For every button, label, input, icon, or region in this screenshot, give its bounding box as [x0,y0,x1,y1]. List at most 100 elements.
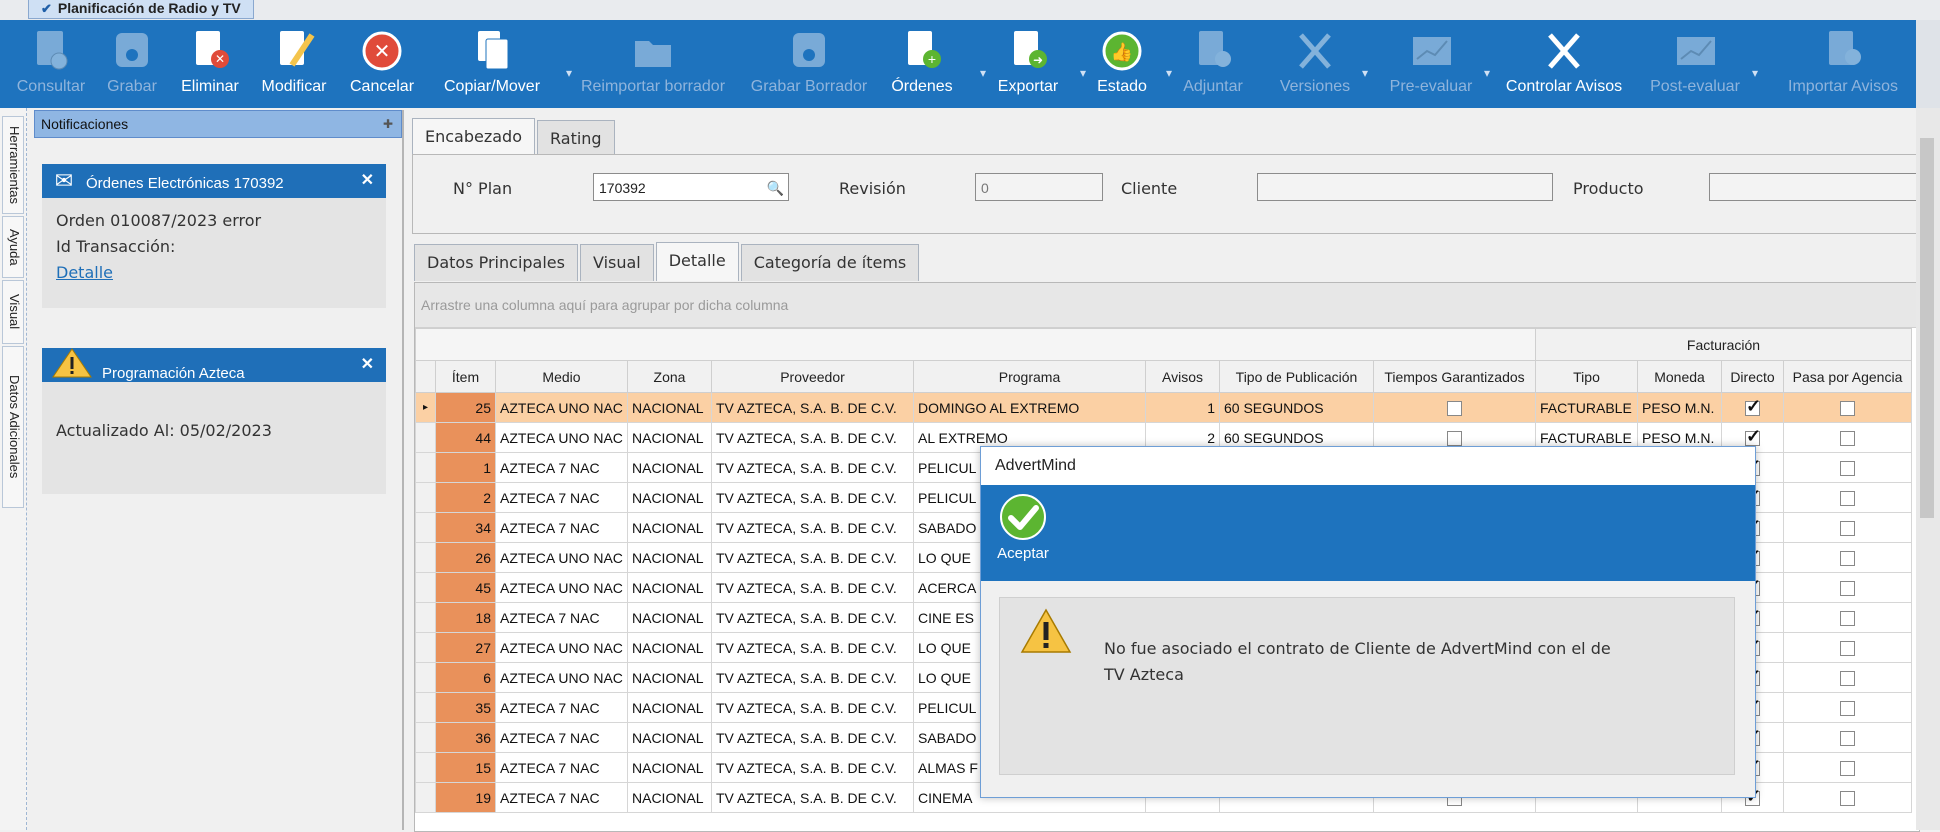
tab-encabezado[interactable]: Encabezado [412,118,535,157]
checkbox[interactable] [1840,610,1855,626]
table-cell[interactable]: NACIONAL [627,422,712,453]
table-cell[interactable]: TV AZTECA, S.A. B. DE C.V. [711,542,914,573]
ribbon-button-estado[interactable]: 👍 Estado [1080,20,1164,108]
table-cell[interactable]: 18 [435,602,496,633]
column-header-pasa-por-agencia[interactable]: Pasa por Agencia [1783,360,1912,393]
table-cell[interactable]: 60 SEGUNDOS [1219,392,1374,423]
pin-icon[interactable]: ✚ [383,111,393,137]
row-indicator[interactable] [415,632,436,663]
row-indicator[interactable] [415,452,436,483]
checkbox[interactable] [1447,400,1462,416]
checkbox[interactable] [1840,730,1855,746]
checkbox[interactable] [1840,670,1855,686]
table-cell[interactable]: TV AZTECA, S.A. B. DE C.V. [711,662,914,693]
table-cell-check[interactable] [1783,722,1912,753]
vertical-scrollbar[interactable] [1916,108,1940,830]
table-cell[interactable]: AZTECA 7 NAC [495,452,628,483]
table-cell[interactable]: TV AZTECA, S.A. B. DE C.V. [711,722,914,753]
table-cell-check[interactable] [1783,662,1912,693]
table-cell[interactable]: PESO M.N. [1637,392,1722,423]
table-cell[interactable]: NACIONAL [627,392,712,423]
column-header-ítem[interactable]: Ítem [435,360,496,393]
table-cell[interactable]: AZTECA UNO NAC [495,422,628,453]
column-header-proveedor[interactable]: Proveedor [711,360,914,393]
column-header-zona[interactable]: Zona [627,360,712,393]
table-cell-check[interactable] [1373,392,1536,423]
side-tab-ayuda[interactable]: Ayuda [2,216,24,278]
side-tab-datos-adicionales[interactable]: Datos Adicionales [2,346,24,508]
column-header-tipo-de-publicación[interactable]: Tipo de Publicación [1219,360,1374,393]
side-tab-visual[interactable]: Visual [2,280,24,344]
column-header-programa[interactable]: Programa [913,360,1146,393]
column-header-tiempos-garantizados[interactable]: Tiempos Garantizados [1373,360,1536,393]
table-cell[interactable]: TV AZTECA, S.A. B. DE C.V. [711,452,914,483]
row-indicator[interactable] [415,542,436,573]
producto-input[interactable] [1709,173,1919,201]
table-cell[interactable]: 1 [435,452,496,483]
table-cell[interactable]: 26 [435,542,496,573]
tab-detalle[interactable]: Detalle [655,242,739,281]
checkbox[interactable] [1840,580,1855,596]
column-header-tipo[interactable]: Tipo [1535,360,1638,393]
checkbox[interactable] [1840,550,1855,566]
table-cell[interactable]: 27 [435,632,496,663]
table-cell[interactable]: AZTECA 7 NAC [495,722,628,753]
tab-visual[interactable]: Visual [579,244,654,281]
table-cell[interactable]: TV AZTECA, S.A. B. DE C.V. [711,572,914,603]
table-cell-check[interactable] [1783,572,1912,603]
table-cell-check[interactable] [1783,602,1912,633]
table-cell-check[interactable] [1783,692,1912,723]
table-cell[interactable]: AZTECA 7 NAC [495,482,628,513]
table-cell[interactable]: NACIONAL [627,572,712,603]
checkbox[interactable] [1840,490,1855,506]
checkbox[interactable] [1840,760,1855,776]
table-cell[interactable]: AZTECA UNO NAC [495,572,628,603]
row-indicator[interactable] [415,692,436,723]
table-cell[interactable]: NACIONAL [627,692,712,723]
table-cell[interactable]: TV AZTECA, S.A. B. DE C.V. [711,422,914,453]
table-cell[interactable]: AZTECA 7 NAC [495,752,628,783]
table-cell[interactable]: DOMINGO AL EXTREMO [913,392,1146,423]
close-icon[interactable]: ✕ [361,348,374,382]
ribbon-button-adjuntar[interactable]: Adjuntar [1166,20,1260,108]
row-indicator[interactable] [415,782,436,813]
checkbox[interactable] [1745,426,1761,447]
row-indicator[interactable] [415,572,436,603]
ribbon-button-eliminar[interactable]: ✕ Eliminar [172,20,248,108]
tab-rating[interactable]: Rating [537,120,615,157]
row-indicator[interactable] [415,512,436,543]
row-indicator[interactable] [415,722,436,753]
table-cell[interactable]: TV AZTECA, S.A. B. DE C.V. [711,632,914,663]
table-cell-check[interactable] [1783,632,1912,663]
dropdown-arrow-icon[interactable]: ▾ [1362,66,1368,80]
table-cell[interactable]: TV AZTECA, S.A. B. DE C.V. [711,392,914,423]
table-cell[interactable]: NACIONAL [627,602,712,633]
table-cell[interactable]: TV AZTECA, S.A. B. DE C.V. [711,482,914,513]
table-cell[interactable]: NACIONAL [627,752,712,783]
ribbon-button-consultar[interactable]: Consultar [6,20,96,108]
table-cell[interactable]: 35 [435,692,496,723]
plan-input[interactable]: 170392 🔍 [593,173,789,201]
column-header-moneda[interactable]: Moneda [1637,360,1722,393]
table-cell-check[interactable] [1783,512,1912,543]
table-cell[interactable]: 19 [435,782,496,813]
checkbox[interactable] [1447,430,1462,446]
table-cell[interactable]: NACIONAL [627,512,712,543]
table-cell-check[interactable] [1783,782,1912,813]
table-cell[interactable]: TV AZTECA, S.A. B. DE C.V. [711,752,914,783]
revision-input[interactable]: 0 [975,173,1103,201]
scrollbar-thumb[interactable] [1920,138,1934,518]
checkbox[interactable] [1840,640,1855,656]
ribbon-button-controlar-avisos[interactable]: Controlar Avisos [1490,20,1638,108]
table-cell[interactable]: TV AZTECA, S.A. B. DE C.V. [711,512,914,543]
table-cell[interactable]: NACIONAL [627,452,712,483]
checkbox[interactable] [1840,400,1855,416]
checkbox[interactable] [1840,430,1855,446]
table-cell[interactable]: AZTECA UNO NAC [495,662,628,693]
table-cell[interactable]: 6 [435,662,496,693]
table-cell[interactable]: AZTECA 7 NAC [495,602,628,633]
table-cell[interactable]: 44 [435,422,496,453]
table-cell[interactable]: AZTECA UNO NAC [495,392,628,423]
row-indicator[interactable] [415,752,436,783]
ribbon-button-exportar[interactable]: ➜ Exportar [980,20,1076,108]
